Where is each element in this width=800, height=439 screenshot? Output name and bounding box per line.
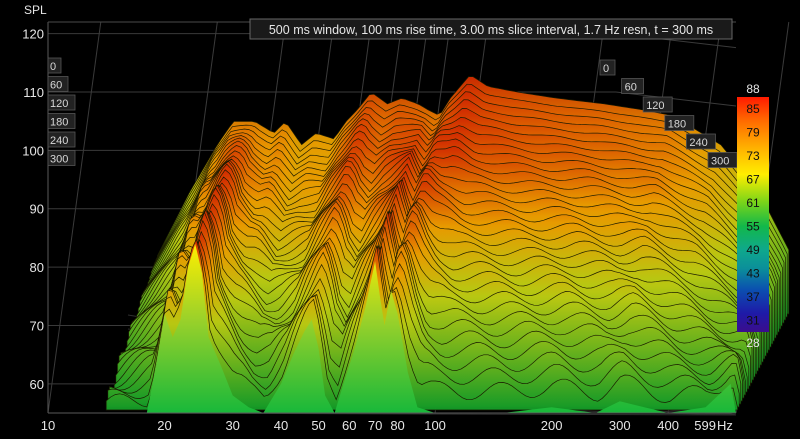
y-tick-label: 110 (23, 85, 44, 100)
colorbar-tick-label: 73 (746, 149, 760, 163)
time-label-right: 60 (625, 82, 637, 94)
time-label-right: 240 (689, 137, 707, 149)
x-tick-label: 200 (541, 418, 563, 433)
x-tick-label: 20 (157, 418, 171, 433)
colorbar-tick-label: 67 (746, 172, 760, 186)
colorbar-tick-label: 37 (746, 290, 760, 304)
colorbar-tick-label: 85 (746, 102, 760, 116)
time-label-left: 60 (50, 80, 62, 92)
colorbar-tick-label: 31 (746, 313, 760, 327)
time-label-left: 240 (50, 135, 68, 147)
x-tick-label: 400 (657, 418, 679, 433)
header-text: 500 ms window, 100 ms rise time, 3.00 ms… (269, 23, 713, 37)
x-tick-label: 80 (390, 418, 404, 433)
x-tick-label: 30 (225, 418, 239, 433)
colorbar-tick-label: 61 (746, 196, 760, 210)
y-tick-label: 80 (30, 260, 44, 275)
x-tick-label: 599 (694, 418, 716, 433)
x-tick-label: 70 (368, 418, 382, 433)
y-tick-label: 60 (30, 377, 44, 392)
y-tick-label: 70 (30, 318, 44, 333)
time-label-right: 180 (668, 119, 686, 131)
x-unit-label: Hz (717, 418, 733, 433)
time-label-right: 0 (603, 63, 609, 75)
time-label-right: 300 (711, 156, 729, 168)
y-axis-title: SPL (24, 3, 47, 17)
x-tick-label: 60 (342, 418, 356, 433)
y-tick-label: 90 (30, 202, 44, 217)
y-tick-label: 100 (22, 143, 44, 158)
y-tick-label: 120 (22, 27, 44, 42)
colorbar-tick-label: 43 (746, 266, 760, 280)
x-tick-label: 300 (609, 418, 631, 433)
x-tick-label: 100 (424, 418, 446, 433)
time-label-left: 300 (50, 154, 68, 166)
plot-area: 60 70 80 90 100 110 120 SPL 10 20 30 40 50 60 70 80 100 2… (22, 3, 790, 433)
header-box: 500 ms window, 100 ms rise time, 3.00 ms… (249, 18, 733, 40)
time-label-right: 120 (646, 100, 664, 112)
y-grid-line (615, 91, 737, 107)
colorbar: 88 28 85 79 73 67 61 55 49 43 37 31 (737, 82, 769, 350)
x-tick-label: 10 (41, 418, 55, 433)
colorbar-tick-label: 79 (746, 125, 760, 139)
x-tick-label: 40 (274, 418, 288, 433)
x-tick-label: 50 (311, 418, 325, 433)
colorbar-max-label: 88 (746, 82, 760, 96)
colorbar-tick-label: 49 (746, 243, 760, 257)
time-label-left: 180 (50, 117, 68, 129)
time-label-left: 120 (50, 98, 68, 110)
colorbar-min-label: 28 (746, 336, 760, 350)
time-label-left: 0 (50, 61, 56, 73)
waterfall-plot: 60 70 80 90 100 110 120 SPL 10 20 30 40 50 60 70 80 100 2… (0, 0, 800, 439)
colorbar-tick-label: 55 (746, 219, 760, 233)
